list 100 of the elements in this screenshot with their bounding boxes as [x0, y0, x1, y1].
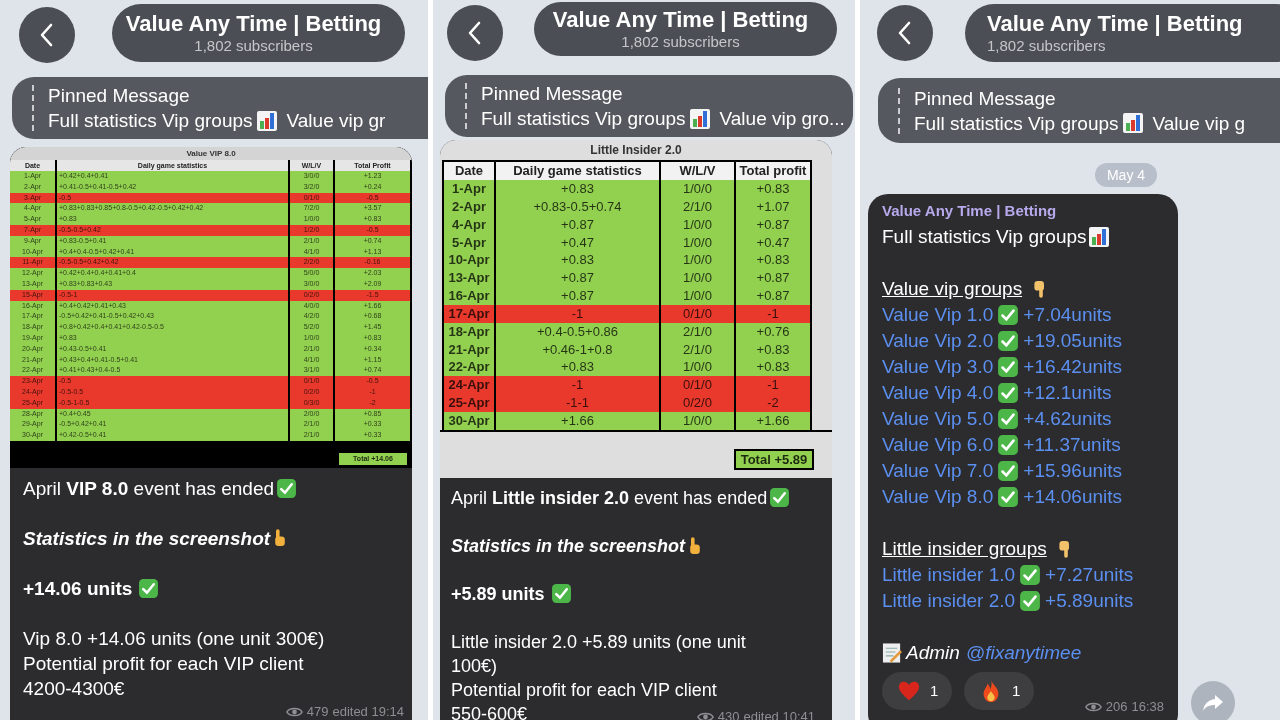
units-text: +14.06units [1023, 485, 1123, 509]
message-text: 550-600€ [451, 702, 528, 720]
eye-icon [1084, 701, 1102, 713]
back-icon [40, 23, 54, 47]
reaction-button[interactable]: 1 [882, 672, 952, 710]
message-text: Statistics in the screenshot [451, 534, 686, 558]
admin-label: Admin [906, 641, 960, 665]
units-text: +19.05units [1023, 329, 1123, 353]
check-icon [550, 583, 572, 605]
section-heading: Little insider groups [882, 537, 1047, 561]
units-text: +12.1units [1023, 381, 1112, 405]
group-link[interactable]: Value Vip 3.0 [882, 354, 994, 380]
pinned-message-bar[interactable]: Pinned Message Full statistics Vip groups Value vip gro... [445, 75, 853, 137]
check-icon [997, 304, 1020, 326]
message-text: April Little insider 2.0 event has ended [451, 486, 768, 510]
table-title: Little Insider 2.0 [589, 142, 683, 159]
back-button[interactable] [447, 5, 503, 61]
table-title: Value VIP 8.0 [10, 147, 412, 160]
back-button[interactable] [19, 7, 75, 63]
pinned-label: Pinned Message [48, 84, 191, 108]
message-text: Potential profit for each VIP client [23, 651, 304, 676]
group-link[interactable]: Value Vip 1.0 [882, 302, 994, 328]
table-cell: 30-Apr [442, 411, 494, 430]
bar-chart-icon [1087, 226, 1110, 248]
check-icon [997, 356, 1020, 378]
check-icon [997, 382, 1020, 404]
total-cell: Total +5.89 [734, 448, 814, 470]
table-cell: +1.66 [734, 411, 812, 430]
units-text: +11.37units [1023, 433, 1121, 457]
section-heading: Value vip groups [882, 277, 1023, 301]
subscriber-count: 1,802 subscribers [987, 37, 1106, 55]
pinned-preview: Full statistics Vip groups [48, 109, 253, 133]
units-text: +7.04units [1023, 303, 1112, 327]
eye-icon [696, 710, 714, 720]
check-icon [138, 577, 160, 599]
pinned-preview: Full statistics Vip groups [481, 107, 686, 131]
message-text: 4200-4300€ [23, 676, 125, 701]
back-icon [898, 21, 912, 45]
message-text: +14.06 units [23, 576, 133, 601]
table-cell: 1/0/0 [659, 411, 734, 430]
check-icon [1019, 564, 1042, 586]
message-time: edited 19:14 [332, 703, 404, 720]
back-button[interactable] [877, 5, 933, 61]
reaction-button[interactable]: 1 [964, 672, 1034, 710]
bar-chart-icon [255, 109, 278, 132]
message-text: April VIP 8.0 event has ended [23, 476, 275, 501]
pinned-preview: Value vip gr [286, 109, 386, 133]
message-text: 100€) [451, 654, 498, 678]
channel-title: Value Any Time | Betting [987, 11, 1243, 37]
message-time: 16:38 [1131, 698, 1164, 716]
message-title: Full statistics Vip groups [882, 225, 1087, 249]
group-link[interactable]: Value Vip 6.0 [882, 432, 994, 458]
group-link[interactable]: Value Vip 2.0 [882, 328, 994, 354]
units-text: +16.42units [1023, 355, 1123, 379]
pinned-label: Pinned Message [481, 82, 624, 106]
table-cell: +1.66 [494, 411, 659, 430]
message-text: Vip 8.0 +14.06 units (one unit 300€) [23, 626, 325, 651]
admin-link[interactable]: @fixanytimee [965, 640, 1082, 666]
check-icon [997, 460, 1020, 482]
units-text: +7.27units [1045, 563, 1134, 587]
pinned-preview: Value vip g [1152, 111, 1246, 136]
group-link[interactable]: Value Vip 7.0 [882, 458, 994, 484]
check-icon [769, 487, 791, 509]
sender-name: Value Any Time | Betting [882, 201, 1058, 221]
pinned-message-bar[interactable]: Pinned Message Full statistics Vip groups Value vip g [878, 78, 1280, 143]
group-link[interactable]: Little insider 1.0 [882, 562, 1016, 588]
bar-chart-icon [1121, 112, 1144, 134]
group-link[interactable]: Value Vip 4.0 [882, 380, 994, 406]
back-icon [468, 21, 482, 45]
channel-title: Value Any Time | Betting [552, 7, 809, 33]
units-text: +15.96units [1023, 459, 1123, 483]
eye-icon [285, 705, 303, 718]
check-icon [997, 408, 1020, 430]
pinned-label: Pinned Message [914, 86, 1057, 111]
check-icon [276, 477, 298, 499]
subscriber-count: 1,802 subscribers [621, 33, 740, 51]
group-link[interactable]: Value Vip 8.0 [882, 484, 994, 510]
forward-icon [1202, 694, 1224, 712]
check-icon [997, 434, 1020, 456]
check-icon [997, 330, 1020, 352]
units-text: +4.62units [1023, 407, 1112, 431]
group-link[interactable]: Little insider 2.0 [882, 588, 1016, 614]
check-icon [1019, 590, 1042, 612]
pinned-message-bar[interactable]: Pinned Message Full statistics Vip groups Value vip gr [12, 77, 428, 139]
message-text: Little insider 2.0 +5.89 units (one unit [451, 630, 746, 654]
memo-icon [882, 642, 903, 664]
view-count: 479 [306, 703, 329, 720]
view-count: 206 [1105, 698, 1128, 716]
check-icon [997, 486, 1020, 508]
message-text: Potential profit for each VIP client [451, 678, 717, 702]
pinned-preview: Full statistics Vip groups [914, 111, 1119, 136]
subscriber-count: 1,802 subscribers [194, 37, 313, 55]
message-text: +5.89 units [451, 582, 545, 606]
group-link[interactable]: Value Vip 5.0 [882, 406, 994, 432]
pinned-preview: Value vip gro... [719, 107, 845, 131]
units-text: +5.89units [1045, 589, 1134, 613]
message-text: Statistics in the screenshot [23, 526, 271, 551]
bar-chart-icon [688, 107, 711, 130]
heart-icon [898, 679, 920, 703]
channel-title: Value Any Time | Betting [125, 11, 382, 37]
